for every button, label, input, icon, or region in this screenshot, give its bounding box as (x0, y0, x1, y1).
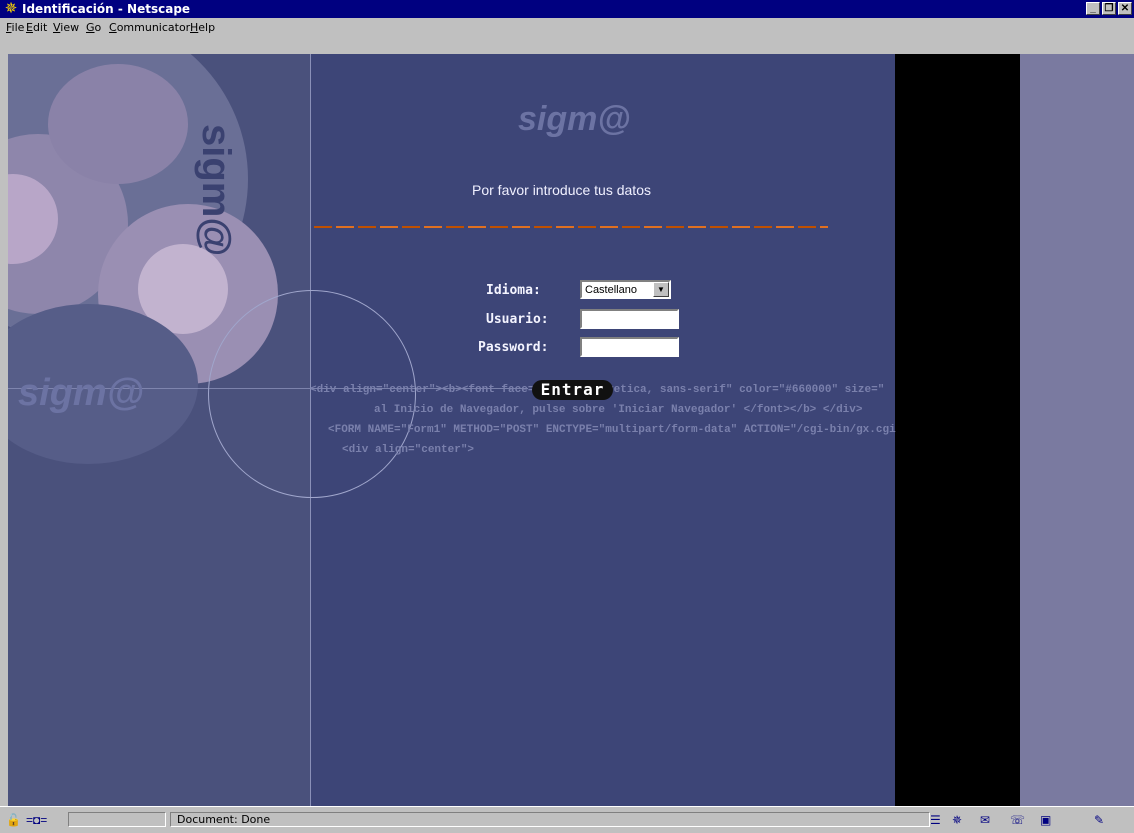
right-black-panel (895, 54, 1020, 806)
progress-bar (68, 812, 166, 827)
edit-pen-icon[interactable]: ✎ (1094, 813, 1104, 827)
language-select-value: Castellano (585, 284, 637, 296)
chevron-down-icon[interactable]: ▼ (653, 282, 669, 297)
menu-view[interactable]: View (53, 21, 79, 34)
language-select[interactable]: Castellano ▼ (580, 280, 671, 299)
close-button[interactable]: ✕ (1118, 2, 1132, 15)
window-title: Identificación - Netscape (22, 2, 191, 16)
connection-icon: =◘= (26, 813, 48, 827)
status-bar: 🔓 =◘= Document: Done ☰ ✵ ✉ ☏ ▣ ✎ (0, 806, 1134, 833)
window-controls: _ ❐ ✕ (1086, 2, 1132, 15)
menu-communicator[interactable]: Communicator (109, 21, 190, 34)
idioma-label: Idioma: (486, 283, 541, 298)
component-bar-icon[interactable]: ☰ (930, 813, 941, 827)
discussion-icon[interactable]: ☏ (1010, 813, 1025, 827)
navigator-icon[interactable]: ✵ (952, 813, 962, 827)
menu-edit[interactable]: Edit (26, 21, 47, 34)
divider-line (314, 226, 828, 228)
window-title-bar[interactable]: ✵ Identificación - Netscape _ ❐ ✕ (0, 0, 1134, 18)
security-lock-icon[interactable]: 🔓 (6, 813, 21, 827)
menu-go[interactable]: Go (86, 21, 101, 34)
code-line-3: <FORM NAME="Form1" METHOD="POST" ENCTYPE… (328, 424, 896, 436)
password-field[interactable] (580, 337, 679, 357)
minimize-button[interactable]: _ (1086, 2, 1100, 15)
right-gray-panel (1020, 54, 1134, 806)
status-text: Document: Done (170, 812, 930, 827)
menu-file[interactable]: File (6, 21, 24, 34)
logo-vertical: sigm@ (194, 124, 238, 257)
logo-top: sigm@ (518, 100, 631, 138)
logo-left: sigm@ (18, 372, 144, 414)
password-label: Password: (478, 340, 549, 355)
menu-help[interactable]: Help (190, 21, 215, 34)
code-line-2: al Inicio de Navegador, pulse sobre 'Ini… (374, 404, 863, 416)
composer-icon[interactable]: ▣ (1040, 813, 1051, 827)
submit-button[interactable]: Entrar (532, 380, 613, 400)
code-line-4: <div align="center"> (342, 444, 475, 456)
mail-icon[interactable]: ✉ (980, 813, 990, 827)
login-prompt: Por favor introduce tus datos (472, 182, 651, 198)
menu-bar: File Edit View Go Communicator Help (0, 18, 1134, 36)
page-content: sigm@ sigm@ sigm@ Por favor introduce tu… (8, 54, 1134, 806)
netscape-icon[interactable]: ✵ (3, 1, 19, 17)
restore-button[interactable]: ❐ (1102, 2, 1116, 15)
username-field[interactable] (580, 309, 679, 329)
usuario-label: Usuario: (486, 312, 549, 327)
